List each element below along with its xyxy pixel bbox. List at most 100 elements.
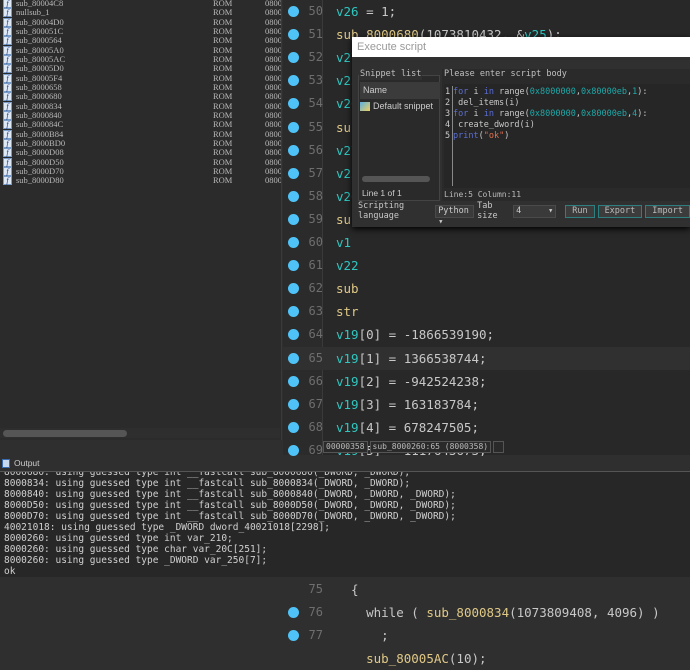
code-line[interactable]: 50 v26 = 1; bbox=[283, 0, 690, 23]
code-line[interactable]: 68 v19[4] = 678247505; bbox=[283, 416, 690, 439]
code-line[interactable]: 67 v19[3] = 163183784; bbox=[283, 393, 690, 416]
script-editor[interactable]: 1 for i in range(0x8000000,0x80000eb,1): 2… bbox=[444, 84, 690, 188]
code-line[interactable]: 62 sub bbox=[283, 277, 690, 300]
line-number: 56 bbox=[308, 142, 323, 157]
language-label: Scripting language bbox=[358, 201, 405, 221]
breakpoint-icon[interactable] bbox=[288, 29, 299, 41]
chevron-down-icon: ▾ bbox=[438, 216, 444, 227]
tab-size-label: Tab size bbox=[477, 201, 498, 221]
output-line: 8000260: using guessed type char var_20C… bbox=[4, 544, 268, 555]
function-address: 0800 bbox=[265, 110, 281, 120]
function-address: 0800 bbox=[265, 26, 281, 36]
function-segment: ROM bbox=[213, 147, 233, 158]
breakpoint-icon[interactable] bbox=[288, 629, 299, 641]
function-icon: f bbox=[3, 176, 12, 186]
code-token: sub_8000834 bbox=[426, 604, 510, 620]
tab-size-select[interactable]: 4 ▾ bbox=[513, 204, 557, 218]
script-line-number: 4 bbox=[445, 120, 451, 130]
function-row[interactable]: f sub_8000680 ROM 0800 bbox=[0, 92, 282, 102]
import-button[interactable]: Import bbox=[645, 204, 690, 218]
function-row[interactable]: f sub_80005D0 ROM 0800 bbox=[0, 64, 282, 74]
breakpoint-icon[interactable] bbox=[288, 144, 299, 156]
breakpoint-icon[interactable] bbox=[288, 98, 299, 110]
scroll-thumb[interactable] bbox=[3, 430, 127, 437]
function-row[interactable]: f nullsub_1 ROM 0800 bbox=[0, 7, 282, 18]
code-line[interactable]: 77 ; bbox=[283, 624, 690, 647]
code-token: 0x8000000 bbox=[529, 109, 576, 119]
export-button[interactable]: Export bbox=[597, 204, 643, 218]
dialog-title[interactable]: Execute script bbox=[352, 37, 690, 57]
code-line[interactable]: 76 while ( sub_8000834(1073809408, 4096)… bbox=[283, 601, 690, 624]
breakpoint-icon[interactable] bbox=[288, 421, 299, 433]
function-segment: ROM bbox=[213, 7, 233, 18]
function-icon: f bbox=[3, 73, 12, 83]
code-text: while ( sub_8000834(1073809408, 4096) ) bbox=[336, 601, 660, 624]
code-token: create_dword(i) bbox=[453, 120, 535, 130]
snippet-list[interactable]: Name Default snippet Line 1 of 1 bbox=[358, 75, 440, 201]
code-line[interactable]: 66 v19[2] = -942524238; bbox=[283, 370, 690, 393]
line-number: 61 bbox=[308, 258, 323, 273]
function-name: sub_8000D80 bbox=[16, 175, 64, 186]
code-token: (1073809408, 4096) ) bbox=[509, 604, 660, 620]
output-line: 8000840: using guessed type int __fastca… bbox=[4, 489, 456, 500]
script-line: 2 del_items(i) bbox=[445, 98, 520, 109]
snippet-item[interactable]: Default snippet bbox=[360, 101, 440, 112]
language-select[interactable]: Python ▾ bbox=[435, 204, 475, 227]
breakpoint-icon[interactable] bbox=[288, 190, 299, 202]
breakpoint-icon[interactable] bbox=[288, 75, 299, 87]
function-row[interactable]: f sub_8000D08 ROM 0800 bbox=[0, 147, 282, 158]
breakpoint-icon[interactable] bbox=[288, 606, 299, 618]
snippet-column-header[interactable]: Name bbox=[360, 82, 440, 99]
breakpoint-icon[interactable] bbox=[288, 398, 299, 410]
code-text: v1 bbox=[336, 231, 351, 254]
output-line: 8000D70: using guessed type int __fastca… bbox=[4, 511, 456, 522]
breakpoint-icon[interactable] bbox=[288, 352, 299, 364]
code-text: sub bbox=[336, 277, 359, 300]
output-log[interactable]: 8000680: using guessed type int __fastca… bbox=[0, 471, 690, 577]
function-icon: f bbox=[3, 120, 12, 130]
line-number: 62 bbox=[308, 281, 323, 296]
breakpoint-icon[interactable] bbox=[288, 375, 299, 387]
function-icon: f bbox=[3, 45, 12, 55]
code-line[interactable]: 60 v1 bbox=[283, 231, 690, 254]
breakpoint-icon[interactable] bbox=[288, 121, 299, 133]
breakpoint-icon[interactable] bbox=[288, 213, 299, 225]
cursor-position: Line:5 Column:11 bbox=[444, 190, 522, 199]
function-address: 0800 bbox=[265, 8, 281, 18]
breakpoint-icon[interactable] bbox=[288, 167, 299, 179]
code-text: { bbox=[336, 578, 359, 601]
code-token: ): bbox=[637, 87, 648, 97]
function-icon: f bbox=[3, 101, 12, 111]
breakpoint-icon[interactable] bbox=[288, 52, 299, 64]
code-token: i bbox=[468, 87, 484, 97]
breakpoint-icon[interactable] bbox=[288, 329, 299, 341]
code-line[interactable]: 61 v22 bbox=[283, 254, 690, 277]
script-line-number: 5 bbox=[445, 131, 451, 141]
function-address: 0800 bbox=[265, 101, 281, 111]
breakpoint-icon[interactable] bbox=[288, 237, 299, 248]
code-token: [1] = 1366538744; bbox=[358, 350, 487, 366]
code-line[interactable]: sub_80005AC(10); bbox=[283, 647, 690, 670]
snippet-hscrollbar[interactable] bbox=[362, 176, 430, 182]
breakpoint-icon[interactable] bbox=[288, 6, 299, 17]
breakpoint-icon[interactable] bbox=[288, 283, 299, 295]
function-row[interactable]: f sub_800084C ROM 0800 bbox=[0, 119, 282, 130]
function-name: sub_800084C bbox=[16, 119, 64, 130]
output-title: Output bbox=[14, 458, 40, 468]
output-header: Output bbox=[0, 456, 690, 471]
code-line[interactable]: 63 str bbox=[283, 300, 690, 323]
code-text: v19[2] = -942524238; bbox=[336, 370, 487, 393]
breakpoint-icon[interactable] bbox=[288, 260, 299, 272]
code-token: 0x8000000 bbox=[529, 87, 576, 97]
code-line[interactable]: 64 v19[0] = -1866539190; bbox=[283, 323, 690, 346]
code-line[interactable]: 65 v19[1] = 1366538744; bbox=[283, 346, 690, 370]
breakpoint-icon[interactable] bbox=[288, 306, 299, 318]
function-row[interactable]: f sub_8000564 ROM 0800 bbox=[0, 36, 282, 46]
functions-hscrollbar[interactable] bbox=[0, 428, 280, 438]
breakpoint-icon[interactable] bbox=[288, 444, 299, 456]
function-row[interactable]: f sub_8000D80 ROM 0800 bbox=[0, 175, 282, 186]
run-button[interactable]: Run bbox=[565, 204, 595, 218]
function-segment: ROM bbox=[213, 119, 233, 130]
code-line[interactable]: 75 { bbox=[283, 578, 690, 601]
code-token: sub_80005AC bbox=[366, 650, 449, 666]
